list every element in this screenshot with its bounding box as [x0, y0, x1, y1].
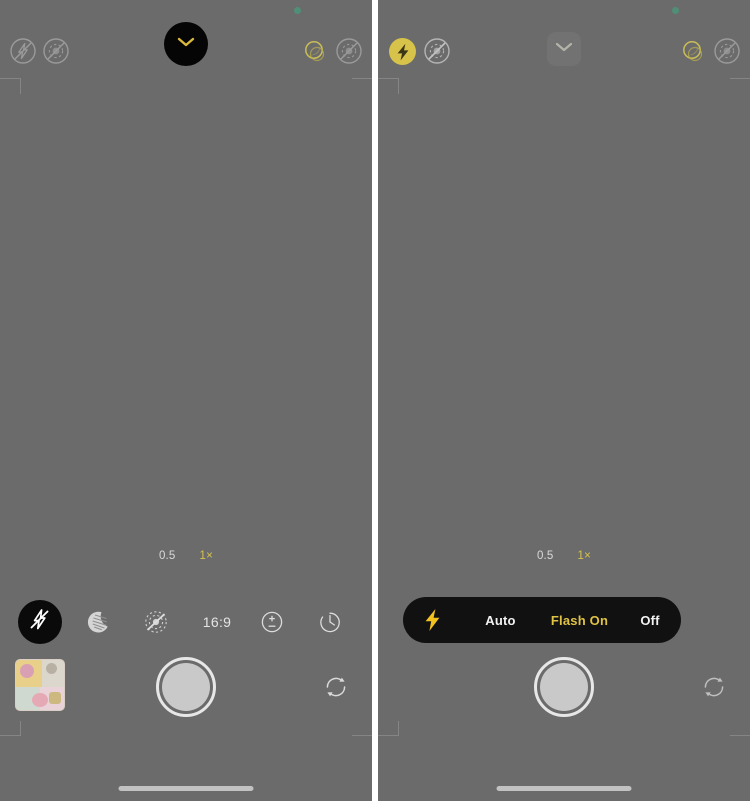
camera-top-bar [378, 30, 750, 74]
aspect-ratio-label: 16:9 [202, 614, 232, 630]
shutter-inner [540, 663, 588, 711]
frame-corner-mark [730, 78, 750, 79]
live-photo-off-icon[interactable] [334, 36, 364, 66]
camera-in-use-indicator [672, 7, 679, 14]
camera-controls-chevron-button[interactable] [547, 32, 581, 66]
night-mode-icon[interactable] [300, 36, 330, 66]
camera-flip-button[interactable] [320, 671, 352, 703]
exposure-control-button[interactable] [250, 600, 294, 644]
frame-corner-mark [378, 78, 398, 79]
photo-library-thumbnail[interactable] [15, 659, 65, 711]
camera-controls-chevron-button[interactable] [164, 22, 208, 66]
frame-corner-mark [378, 735, 398, 736]
camera-flip-icon [704, 677, 724, 697]
camera-top-bar [0, 22, 372, 74]
frame-corner-mark [0, 735, 20, 736]
home-indicator[interactable] [118, 786, 254, 791]
flash-option-on[interactable]: Flash On [540, 613, 619, 628]
frame-corner-mark [398, 78, 399, 94]
flash-off-icon[interactable] [8, 36, 38, 66]
camera-flip-button[interactable] [698, 671, 730, 703]
chevron-down-icon [554, 40, 574, 59]
live-photo-off-icon[interactable] [712, 36, 742, 66]
zoom-selector[interactable]: 0.5 1× [378, 546, 750, 566]
night-mode-control-button[interactable] [76, 600, 120, 644]
frame-corner-mark [20, 78, 21, 94]
frame-corner-mark [352, 78, 372, 79]
camera-flip-icon [326, 677, 346, 697]
frame-corner-mark [20, 721, 21, 736]
frame-corner-mark [352, 735, 372, 736]
zoom-option-1x[interactable]: 1× [574, 549, 596, 563]
live-photo-control-button[interactable] [134, 600, 178, 644]
camera-bottom-bar [0, 655, 372, 723]
camera-in-use-indicator [294, 7, 301, 14]
phone-screen-flash-off: 0.5 1× 16:9 [0, 0, 372, 801]
frame-corner-mark [0, 78, 20, 79]
screenshot-root: 0.5 1× 16:9 0.5 1× Auto Flash On Off [0, 0, 750, 801]
zoom-selector[interactable]: 0.5 1× [0, 546, 372, 566]
frame-corner-mark [398, 721, 399, 736]
aspect-ratio-control-button[interactable]: 16:9 [192, 600, 242, 644]
shutter-button[interactable] [156, 657, 216, 717]
zoom-option-0.5[interactable]: 0.5 [533, 549, 558, 563]
live-photo-off-icon [145, 611, 167, 633]
flash-control-button[interactable] [18, 600, 62, 644]
flash-options-menu: Auto Flash On Off [403, 597, 681, 643]
shutter-button[interactable] [534, 657, 594, 717]
phone-screen-flash-on: 0.5 1× Auto Flash On Off [378, 0, 750, 801]
flash-off-icon [27, 607, 53, 638]
camera-controls-row: 16:9 [0, 600, 372, 644]
live-photo-off-icon[interactable] [422, 36, 452, 66]
live-photo-off-icon[interactable] [41, 36, 71, 66]
night-mode-icon[interactable] [678, 36, 708, 66]
flash-bolt-icon[interactable] [403, 608, 461, 632]
exposure-plus-minus-icon [261, 611, 283, 633]
zoom-option-1x[interactable]: 1× [196, 549, 218, 563]
shutter-inner [162, 663, 210, 711]
frame-corner-mark [730, 735, 750, 736]
timer-control-button[interactable] [308, 600, 352, 644]
chevron-down-icon [176, 35, 196, 54]
flash-option-auto[interactable]: Auto [461, 613, 540, 628]
flash-on-icon[interactable] [389, 38, 416, 65]
night-mode-icon [87, 611, 108, 633]
flash-option-off[interactable]: Off [619, 613, 681, 628]
camera-bottom-bar [378, 655, 750, 723]
zoom-option-0.5[interactable]: 0.5 [155, 549, 180, 563]
timer-icon [320, 612, 340, 633]
home-indicator[interactable] [496, 786, 632, 791]
